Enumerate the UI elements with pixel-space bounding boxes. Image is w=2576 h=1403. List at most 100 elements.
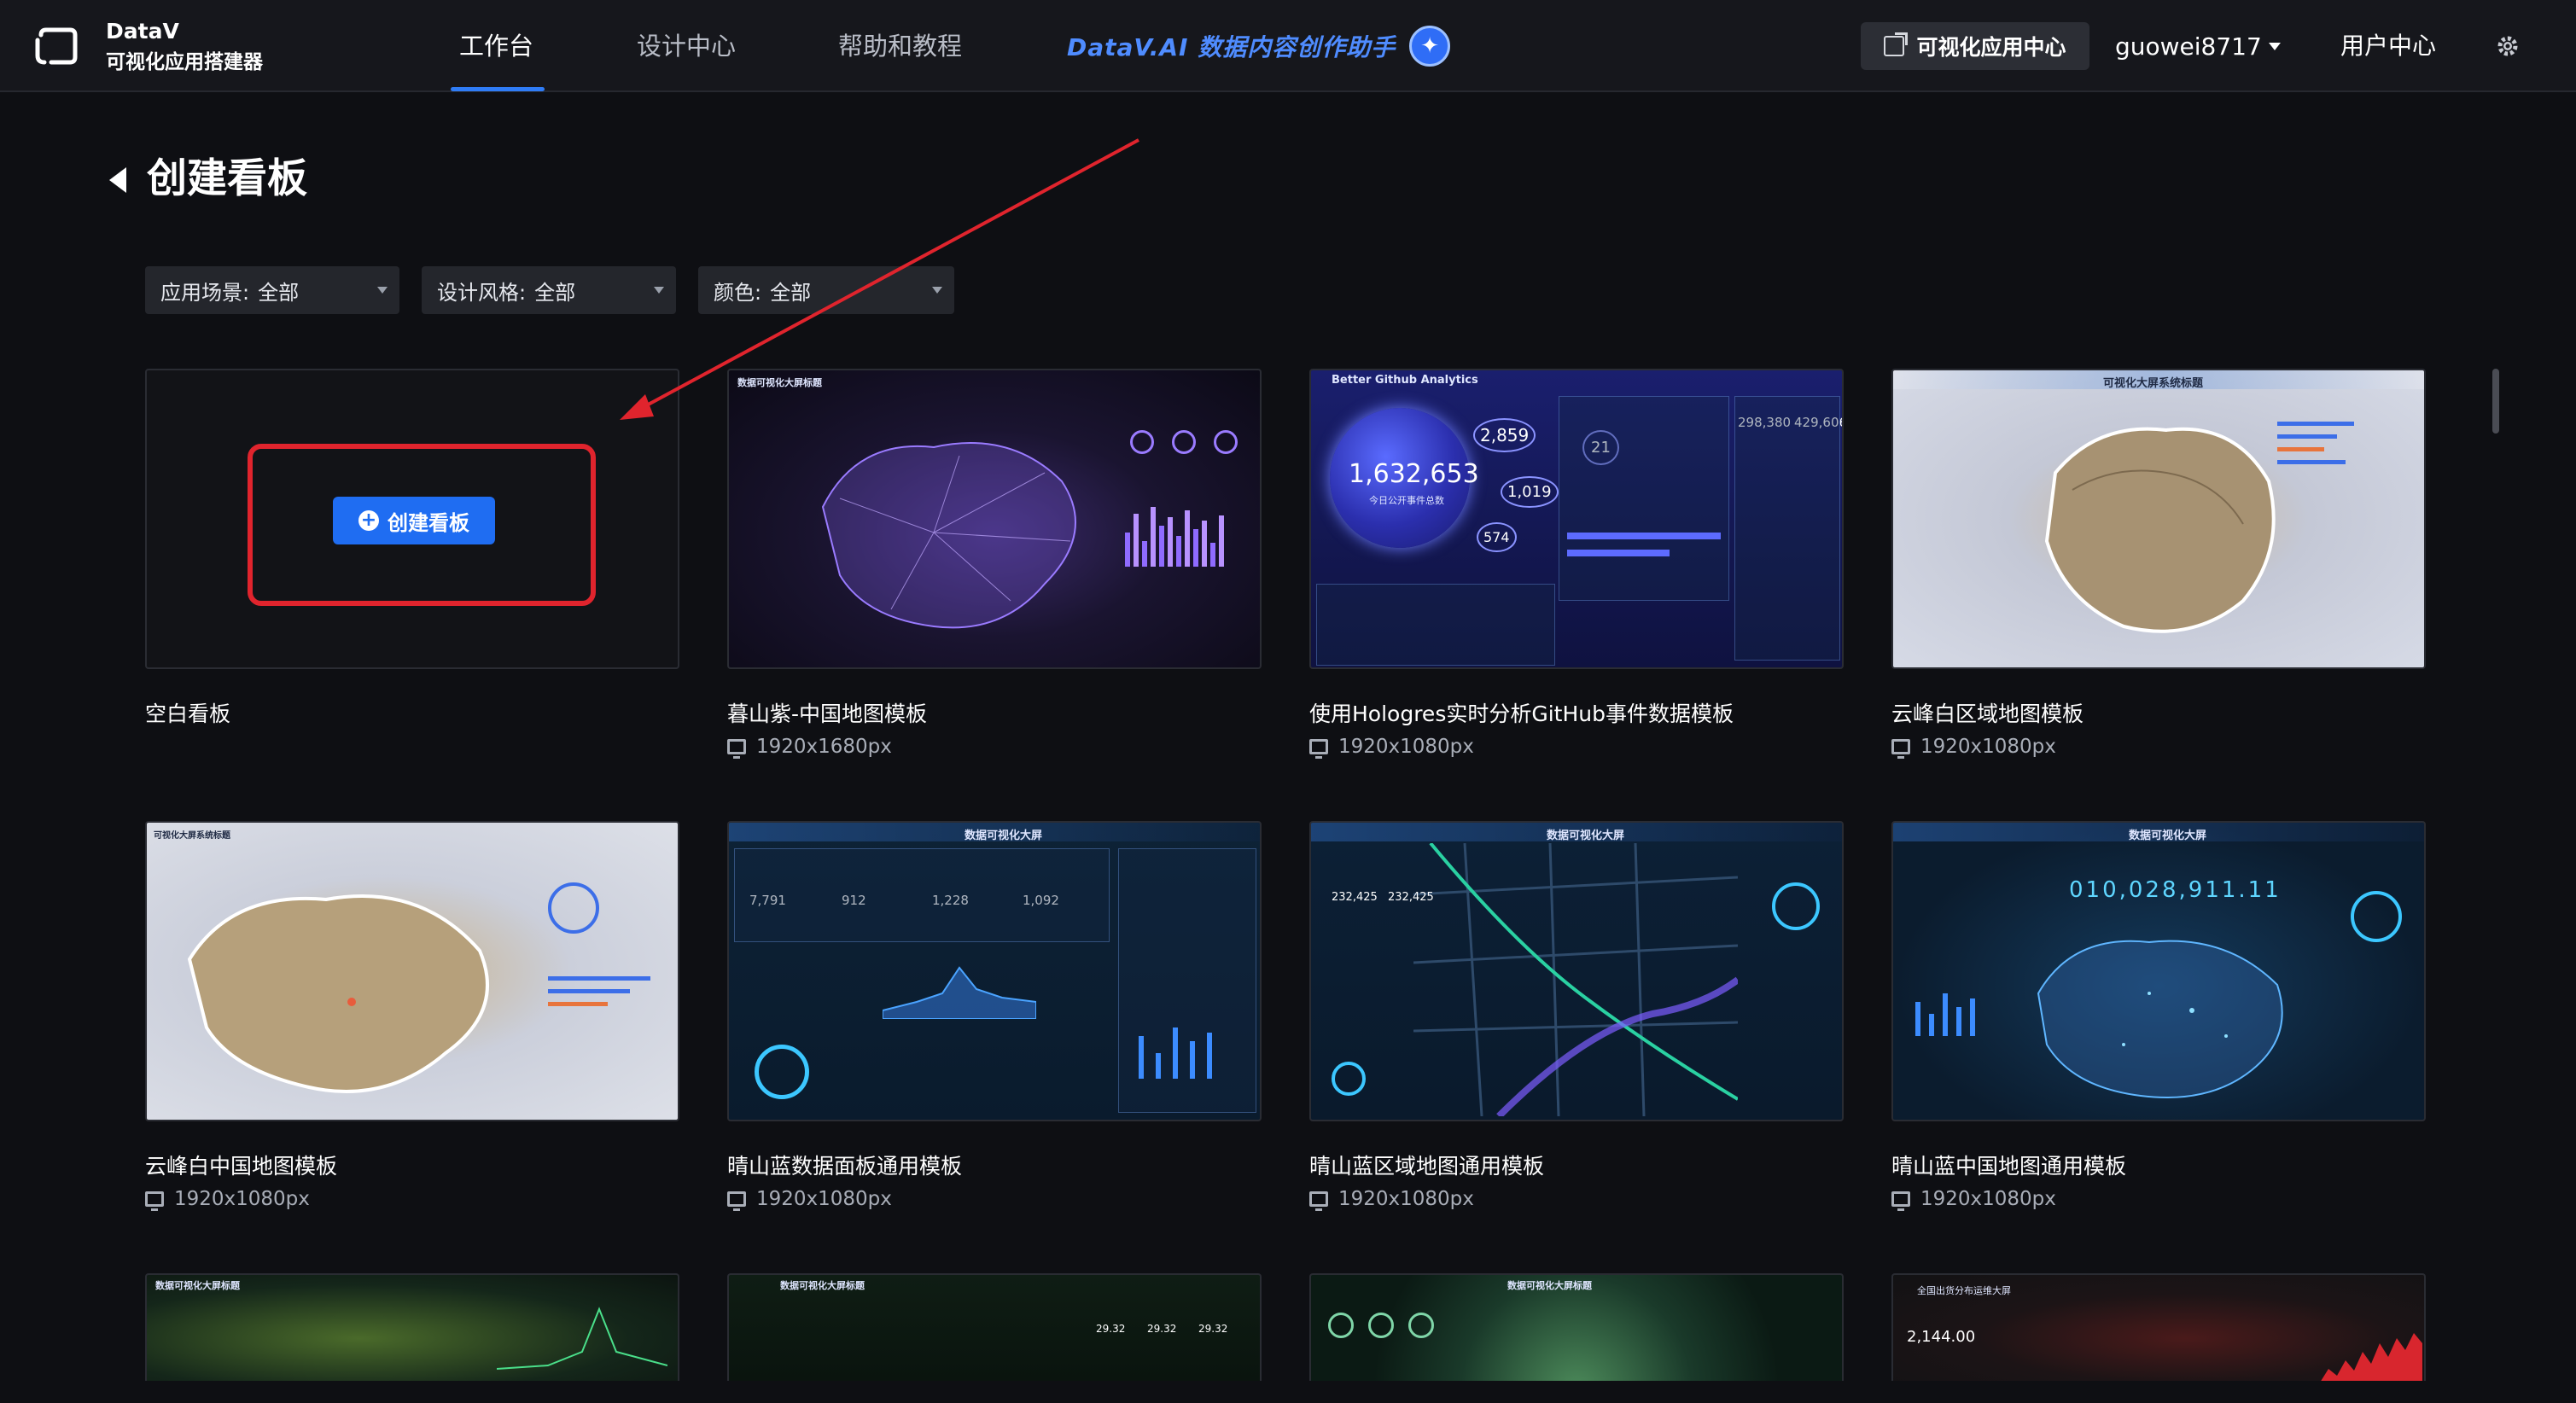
thumb-panel (734, 848, 1110, 942)
filter-label: 设计风格: (437, 280, 527, 305)
thumb-title: 数据可视化大屏 (2129, 830, 2207, 842)
monitor-icon (727, 739, 746, 759)
blank-board-thumbnail[interactable]: + 创建看板 (145, 369, 679, 669)
street-map-graphic (1413, 843, 1738, 1116)
thumb-number: 574 (1477, 522, 1517, 552)
template-card[interactable]: 数据可视化大屏 010,028,911.11 晴山蓝中国地图通用模板 1920x… (1891, 821, 2426, 1211)
template-thumbnail[interactable]: 数据可视化大屏标题 (145, 1273, 679, 1381)
thumb-title: 可视化大屏系统标题 (154, 831, 230, 841)
thumb-panel (1559, 396, 1729, 601)
template-thumbnail[interactable]: Better Github Analytics 1,632,653 今日公开事件… (1309, 369, 1844, 669)
ring-gauges (1328, 1313, 1435, 1342)
blank-board-card[interactable]: + 创建看板 空白看板 (145, 369, 679, 727)
template-thumbnail[interactable]: 数据可视化大屏标题 (1309, 1273, 1844, 1381)
card-meta: 1920x1080px (1891, 736, 2426, 759)
bar-chart-graphic (1130, 1010, 1250, 1079)
ring-gauges (1130, 430, 1238, 457)
chevron-down-icon (932, 287, 942, 294)
china-map-graphic (2037, 940, 2283, 1098)
bar-list-graphic (548, 976, 667, 1045)
gear-icon[interactable] (2494, 32, 2521, 60)
app-center-button[interactable]: 可视化应用中心 (1861, 22, 2089, 70)
thumb-title: 可视化大屏系统标题 (2103, 377, 2204, 390)
thumb-number: 29.32 (1147, 1323, 1177, 1335)
back-arrow-icon[interactable] (109, 167, 126, 193)
user-center-link[interactable]: 用户中心 (2340, 0, 2436, 92)
active-tab-indicator (451, 87, 545, 91)
monitor-icon (727, 1191, 746, 1211)
username: guowei8717 (2115, 32, 2262, 61)
filter-label: 颜色: (714, 280, 762, 305)
chevron-down-icon (377, 287, 388, 294)
resolution-text: 1920x1080px (1338, 1188, 1474, 1210)
thumb-value: 2,144.00 (1907, 1328, 1976, 1346)
thumb-title: 数据可视化大屏 (1547, 830, 1625, 842)
thumb-title: 数据可视化大屏标题 (780, 1280, 865, 1291)
template-card[interactable]: 可视化大屏系统标题 云峰白中国地图模板 1920x1080px (145, 821, 679, 1211)
template-card[interactable]: 可视化大屏系统标题 云峰白区域地图模板 1920x1080px (1891, 369, 2426, 759)
bar-chart-graphic (1122, 498, 1250, 567)
brand[interactable]: DataV 可视化应用搭建器 (32, 17, 263, 77)
tab-design-center[interactable]: 设计中心 (637, 0, 736, 92)
tab-workbench[interactable]: 工作台 (459, 0, 533, 92)
bar-chart-graphic (1910, 976, 2004, 1036)
monitor-icon (1891, 1191, 1910, 1211)
scrollbar-thumb[interactable] (2492, 369, 2499, 434)
china-map-graphic (187, 894, 489, 1093)
area-chart-graphic (883, 966, 1036, 1019)
thumb-title: 全国出货分布运维大屏 (1917, 1285, 2011, 1296)
app-center-label: 可视化应用中心 (1916, 35, 2066, 60)
monitor-icon (145, 1191, 164, 1211)
card-title: 云峰白中国地图模板 (145, 1154, 338, 1179)
filter-color-select[interactable]: 颜色: 全部 (698, 266, 954, 314)
template-thumbnail[interactable]: 数据可视化大屏 232,425 232,425 (1309, 821, 1844, 1121)
thumb-title: 数据可视化大屏标题 (737, 377, 822, 388)
bar-list-graphic (2277, 422, 2371, 524)
ring-gauge (548, 882, 599, 934)
template-thumbnail[interactable]: 全国出货分布运维大屏 2,144.00 (1891, 1273, 2426, 1381)
card-meta: 1920x1080px (727, 1188, 1262, 1211)
template-card[interactable]: 数据可视化大屏标题 暮山紫-中国地图模板 1920x1680px (727, 369, 1262, 759)
template-thumbnail[interactable]: 数据可视化大屏标题 (727, 369, 1262, 669)
filter-value: 全部 (258, 280, 300, 305)
external-link-icon (1884, 32, 1909, 56)
template-thumbnail[interactable]: 数据可视化大屏 7,791 912 1,228 1,092 (727, 821, 1262, 1121)
template-thumbnail[interactable]: 可视化大屏系统标题 (145, 821, 679, 1121)
card-title: 暮山紫-中国地图模板 (727, 702, 928, 726)
tab-ai-assistant[interactable]: DataV.AI 数据内容创作助手 ✦ (1067, 0, 1451, 92)
filter-value: 全部 (770, 280, 812, 305)
template-card[interactable]: 数据可视化大屏标题 (145, 1273, 679, 1381)
filter-style-select[interactable]: 设计风格: 全部 (422, 266, 676, 314)
thumb-value: 1,632,653 (1349, 459, 1479, 489)
card-meta: 1920x1080px (1891, 1188, 2426, 1211)
card-meta: 1920x1680px (727, 736, 1262, 759)
card-meta: 1920x1080px (1309, 1188, 1844, 1211)
template-card[interactable]: 数据可视化大屏标题 (1309, 1273, 1844, 1381)
thumb-title: 数据可视化大屏标题 (155, 1280, 240, 1291)
template-card[interactable]: 数据可视化大屏 7,791 912 1,228 1,092 晴山蓝数据面板通用模… (727, 821, 1262, 1211)
template-thumbnail[interactable]: 数据可视化大屏标题 29.32 29.32 29.32 (727, 1273, 1262, 1381)
thumb-panel (1316, 584, 1555, 666)
china-map-graphic (821, 442, 1076, 629)
tab-help-tutorials[interactable]: 帮助和教程 (838, 0, 962, 92)
template-card[interactable]: 全国出货分布运维大屏 2,144.00 (1891, 1273, 2426, 1381)
template-thumbnail[interactable]: 数据可视化大屏 010,028,911.11 (1891, 821, 2426, 1121)
card-title: 晴山蓝区域地图通用模板 (1309, 1154, 1545, 1179)
filter-scene-select[interactable]: 应用场景: 全部 (145, 266, 399, 314)
template-card[interactable]: 数据可视化大屏 232,425 232,425 晴山蓝区域地图通用模板 1920… (1309, 821, 1844, 1211)
user-menu[interactable]: guowei8717 (2115, 0, 2281, 92)
template-card[interactable]: Better Github Analytics 1,632,653 今日公开事件… (1309, 369, 1844, 759)
template-card[interactable]: 数据可视化大屏标题 29.32 29.32 29.32 (727, 1273, 1262, 1381)
card-meta: 1920x1080px (1309, 736, 1844, 759)
create-board-button[interactable]: + 创建看板 (333, 497, 495, 544)
line-chart-graphic (497, 1307, 667, 1370)
thumb-number: 29.32 (1198, 1323, 1228, 1335)
resolution-text: 1920x1080px (1920, 1188, 2056, 1210)
template-thumbnail[interactable]: 可视化大屏系统标题 (1891, 369, 2426, 669)
thumb-number: 29.32 (1096, 1323, 1126, 1335)
plus-icon: + (358, 510, 379, 531)
thumb-value: 010,028,911.11 (2069, 877, 2282, 903)
thumb-title: Better Github Analytics (1332, 374, 1478, 387)
ring-gauge (755, 1045, 809, 1099)
thumb-panel (1734, 396, 1840, 661)
